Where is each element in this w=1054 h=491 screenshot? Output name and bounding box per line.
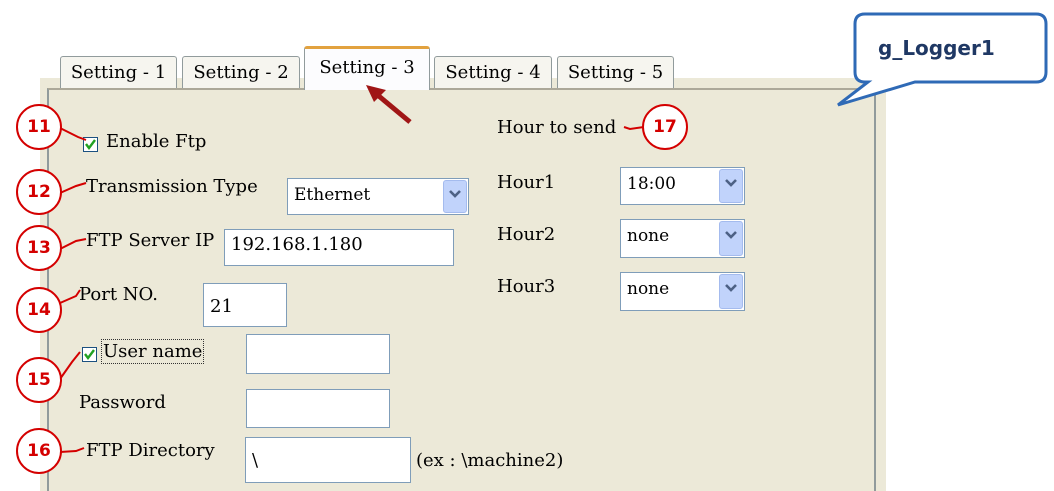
user-name-input[interactable] [246, 334, 390, 374]
tab-setting-1[interactable]: Setting - 1 [60, 56, 177, 88]
hour3-value: none [627, 279, 670, 299]
badge-15: 15 [16, 357, 62, 403]
user-name-label: User name [100, 339, 205, 364]
chevron-down-icon[interactable] [719, 274, 743, 309]
chevron-down-icon[interactable] [719, 169, 743, 203]
ftp-server-ip-label: FTP Server IP [86, 230, 215, 251]
hour3-select[interactable]: none [620, 272, 745, 311]
badge-13: 13 [16, 225, 62, 271]
hour1-value: 18:00 [627, 174, 676, 194]
enable-ftp-label: Enable Ftp [106, 131, 207, 152]
chevron-down-icon[interactable] [443, 180, 467, 213]
password-input[interactable] [246, 389, 390, 428]
hour2-select[interactable]: none [620, 219, 745, 258]
chevron-down-icon[interactable] [719, 221, 743, 256]
password-label: Password [79, 392, 166, 413]
hour3-label: Hour3 [497, 276, 556, 297]
badge-17: 17 [642, 104, 688, 150]
badge-16: 16 [16, 428, 62, 474]
transmission-type-value: Ethernet [294, 185, 371, 205]
enable-ftp-checkbox[interactable] [83, 137, 98, 152]
hour2-label: Hour2 [497, 224, 556, 245]
callout-label: g_Logger1 [878, 36, 995, 60]
badge-12: 12 [16, 169, 62, 215]
hour2-value: none [627, 226, 670, 246]
hour1-label: Hour1 [497, 172, 556, 193]
tab-setting-2[interactable]: Setting - 2 [182, 56, 300, 88]
hour1-select[interactable]: 18:00 [620, 167, 745, 205]
tab-setting-5[interactable]: Setting - 5 [557, 56, 674, 88]
ftp-directory-hint: (ex : \machine2) [416, 450, 564, 471]
checkmark-icon [84, 349, 95, 360]
transmission-type-label: Transmission Type [86, 176, 258, 197]
ftp-directory-label: FTP Directory [86, 440, 215, 461]
hour-to-send-label: Hour to send [497, 117, 617, 138]
port-input[interactable]: 21 [203, 283, 287, 327]
tab-setting-3[interactable]: Setting - 3 [304, 46, 430, 90]
checkmark-icon [85, 139, 96, 150]
user-name-checkbox[interactable] [82, 347, 97, 362]
badge-14: 14 [16, 287, 62, 333]
badge-11: 11 [16, 104, 62, 150]
tab-setting-4[interactable]: Setting - 4 [434, 56, 552, 88]
transmission-type-select[interactable]: Ethernet [287, 178, 469, 215]
ftp-server-ip-input[interactable]: 192.168.1.180 [224, 229, 454, 266]
ftp-directory-input[interactable]: \ [245, 437, 411, 483]
port-label: Port NO. [79, 284, 158, 305]
